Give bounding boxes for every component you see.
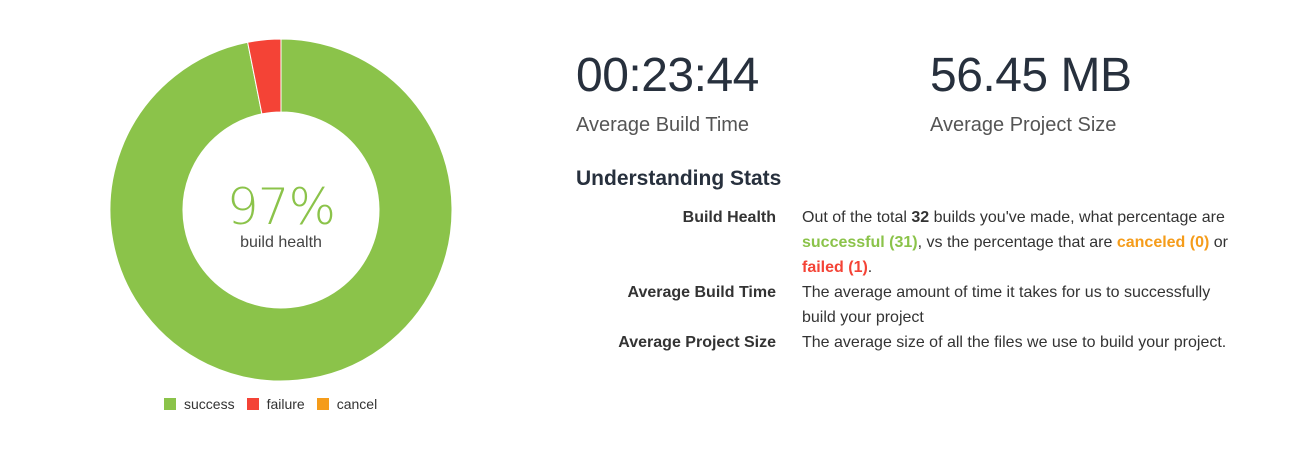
legend-swatch-cancel	[316, 398, 329, 410]
def-text-1: Out of the total	[802, 209, 912, 226]
legend-label-cancel: cancel	[336, 396, 378, 412]
legend-item-cancel[interactable]: cancel	[316, 396, 378, 412]
average-project-size-value: 56.45 MB	[930, 49, 1132, 102]
explain-row-build-health: Build Health Out of the total 32 builds …	[560, 205, 1260, 280]
term-build-health: Build Health	[682, 209, 776, 226]
def-text-4: or	[1209, 234, 1228, 251]
definition-average-build-time: The average amount of time it takes for …	[802, 284, 1211, 326]
successful-count: successful (31)	[802, 234, 918, 251]
build-health-label: build health	[240, 234, 322, 251]
legend-swatch-success	[164, 398, 176, 410]
average-build-time-label: Average Build Time	[576, 114, 750, 136]
definition-build-health: Out of the total 32 builds you've made, …	[802, 205, 1242, 280]
failed-count: failed (1)	[802, 259, 868, 276]
term-average-build-time: Average Build Time	[627, 284, 777, 301]
explain-row-project-size: Average Project Size The average size of…	[560, 330, 1260, 355]
legend-label-success: success	[184, 396, 235, 412]
understanding-stats-heading: Understanding Stats	[576, 167, 782, 190]
legend-label-failure: failure	[266, 396, 305, 412]
understanding-stats-list: Build Health Out of the total 32 builds …	[560, 205, 1260, 355]
average-build-time-stat: 00:23:44 Average Build Time	[576, 52, 759, 137]
chart-legend: success failure cancel	[164, 396, 389, 412]
def-text-3: , vs the percentage that are	[917, 234, 1117, 251]
legend-item-success[interactable]: success	[164, 396, 235, 412]
average-project-size-label: Average Project Size	[930, 114, 1117, 136]
build-health-percentage: 97%	[226, 178, 336, 236]
chart-center: 97% build health	[100, 182, 462, 252]
average-build-time-value: 00:23:44	[576, 49, 759, 102]
legend-item-failure[interactable]: failure	[246, 396, 305, 412]
build-health-chart: 97% build health success failure cancel	[100, 30, 462, 425]
canceled-count: canceled (0)	[1116, 234, 1210, 251]
def-text-2: builds you've made, what percentage are	[929, 209, 1225, 226]
def-text-5: .	[867, 259, 873, 276]
term-average-project-size: Average Project Size	[618, 334, 776, 351]
definition-average-project-size: The average size of all the files we use…	[802, 334, 1227, 351]
average-project-size-stat: 56.45 MB Average Project Size	[930, 49, 1132, 137]
legend-swatch-failure	[246, 398, 259, 410]
total-builds-count: 32	[911, 209, 930, 226]
explain-row-build-time: Average Build Time The average amount of…	[560, 280, 1260, 330]
